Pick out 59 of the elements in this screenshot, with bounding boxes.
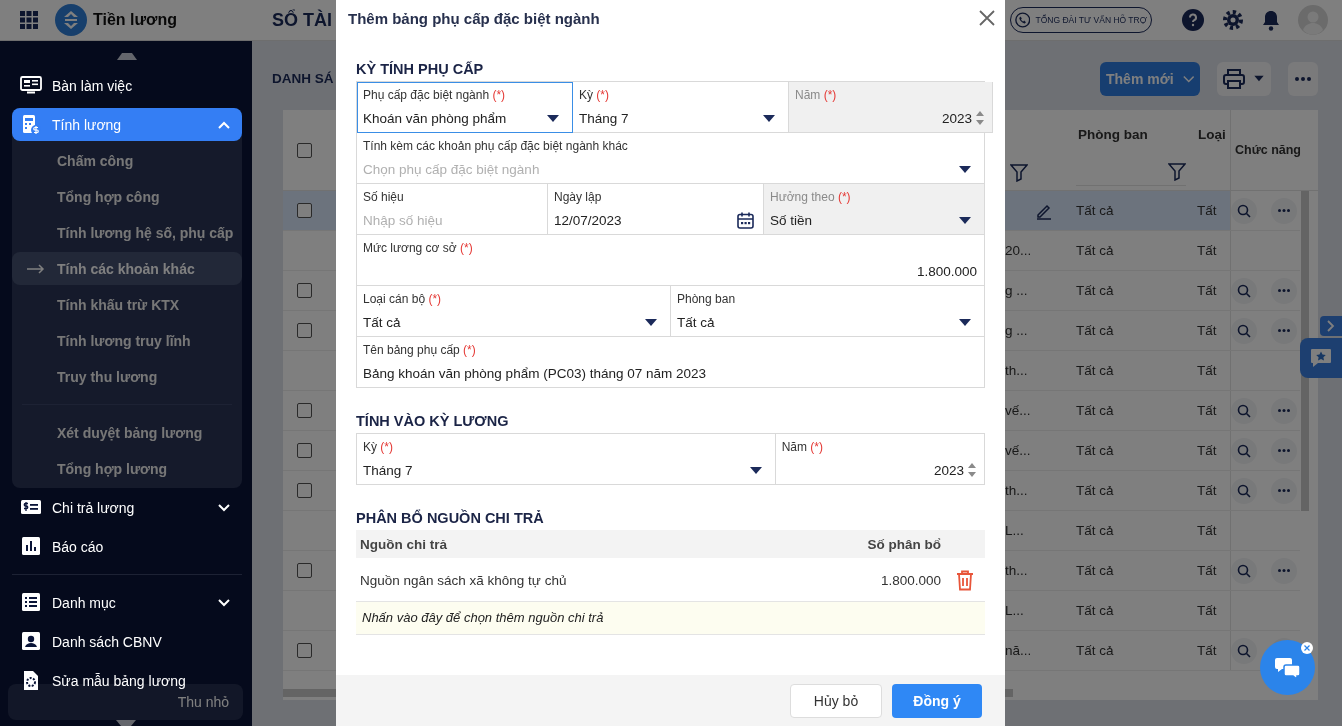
- table-cell: L...: [1005, 603, 1024, 618]
- table-cell: Tất cả: [1076, 603, 1114, 618]
- table-cell: Tất cả: [1076, 483, 1114, 498]
- table-cell: Tất: [1197, 363, 1217, 378]
- table-cell: Tất: [1197, 403, 1217, 418]
- table-cell: Tất cả: [1076, 563, 1114, 578]
- table-cell: Tất: [1197, 643, 1217, 658]
- field-label: Năm (*): [781, 439, 824, 455]
- dialog-title: Thêm bảng phụ cấp đặc biệt ngành: [348, 9, 600, 27]
- field-label: Phòng ban: [677, 291, 737, 307]
- section-heading: TÍNH VÀO KỲ LƯƠNG: [356, 411, 510, 431]
- table-cell: th...: [1005, 563, 1028, 578]
- table-cell: g ...: [1005, 323, 1028, 338]
- table-cell: Tất: [1197, 443, 1217, 458]
- table-cell: nă...: [1005, 643, 1032, 658]
- table-cell: th...: [1005, 363, 1028, 378]
- table-cell: g ...: [1005, 283, 1028, 298]
- table-cell-text: Nguồn ngân sách xã không tự chủ: [359, 573, 568, 588]
- section-heading: PHÂN BỔ NGUỒN CHI TRẢ: [356, 508, 545, 528]
- table-cell: Tất: [1197, 203, 1217, 218]
- table-cell: vế...: [1005, 403, 1031, 418]
- table-cell: Tất: [1197, 563, 1217, 578]
- column-header: Số phân bổ: [867, 536, 942, 552]
- table-cell-text: 1.800.000: [880, 573, 942, 588]
- field-label: Phụ cấp đặc biệt ngành (*): [363, 87, 507, 103]
- field-label: Số hiệu: [363, 189, 405, 205]
- table-cell: Tất: [1197, 243, 1217, 258]
- page-heading: SỔ TÀI: [272, 9, 332, 31]
- section-heading: KỲ TÍNH PHỤ CẤP: [356, 59, 485, 79]
- table-cell: Tất cả: [1076, 203, 1114, 218]
- field-label: Tên bảng phụ cấp (*): [363, 342, 477, 358]
- field-label: Năm (*): [795, 87, 838, 103]
- table-cell: Tất cả: [1076, 243, 1114, 258]
- table-cell: Tất: [1197, 483, 1217, 498]
- field-label: Kỳ (*): [363, 439, 395, 455]
- table-cell: Tất cả: [1076, 403, 1114, 418]
- table-cell: Tất: [1197, 283, 1217, 298]
- table-cell: Tất cả: [1076, 363, 1114, 378]
- table-cell: Tất: [1197, 603, 1217, 618]
- field-label: Tính kèm các khoản phụ cấp đặc biệt ngành khác: [363, 138, 629, 154]
- column-header: Nguồn chi trả: [359, 536, 448, 552]
- app-name: Tiền lương: [93, 11, 177, 29]
- field-label: Loại cán bộ (*): [363, 291, 443, 307]
- field-label: Ngày lập: [554, 189, 603, 205]
- table-cell: Tất cả: [1076, 523, 1114, 538]
- field-label: Mức lương cơ sở (*): [363, 240, 474, 256]
- table-cell: 20...: [1005, 243, 1032, 258]
- field-label: Hưởng theo (*): [770, 189, 852, 205]
- table-cell: Tất: [1197, 323, 1217, 338]
- table-cell: Tất cả: [1076, 283, 1114, 298]
- table-cell: Tất cả: [1076, 443, 1114, 458]
- table-cell: vế...: [1005, 443, 1031, 458]
- table-cell: Tất: [1197, 523, 1217, 538]
- field-label: Kỳ (*): [579, 87, 611, 103]
- table-cell: th...: [1005, 483, 1028, 498]
- table-cell: Tất cả: [1076, 643, 1114, 658]
- table-cell: Tất cả: [1076, 323, 1114, 338]
- table-cell: L...: [1005, 523, 1024, 538]
- page-title: DANH SÁ: [272, 71, 334, 86]
